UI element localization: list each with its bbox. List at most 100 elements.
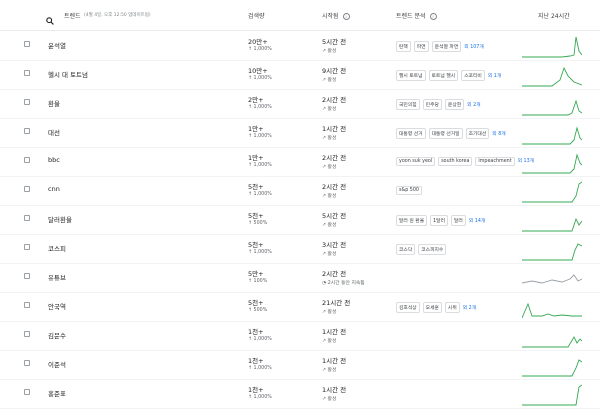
related-query-chip[interactable]: 헬시 토트넘 [396, 70, 426, 81]
header-breakdown[interactable]: 트렌드 분석 i [396, 11, 437, 20]
row-checkbox[interactable] [24, 70, 30, 76]
started-time: 1시간 전 [322, 386, 347, 394]
more-queries-link[interactable]: 외 2개 [463, 306, 476, 311]
search-volume: 20만+ [248, 38, 268, 46]
sparkline-chart [522, 302, 582, 319]
trend-breakdown: 달러 원 환율 1달러 달러 외 14개 [396, 215, 485, 226]
row-checkbox[interactable] [24, 302, 30, 308]
status-badge: ↗ 활성 [322, 165, 337, 170]
more-queries-link[interactable]: 외 107개 [464, 45, 484, 50]
related-query-chip[interactable]: 1달러 [430, 215, 449, 226]
related-query-chip[interactable]: s&p 500 [396, 186, 422, 195]
related-query-chip[interactable]: south korea [438, 157, 473, 166]
row-checkbox[interactable] [24, 389, 30, 395]
search-volume: 1천+ [248, 328, 264, 336]
sparkline-chart [522, 153, 582, 174]
related-query-chip[interactable]: 국민의힘 [396, 99, 420, 110]
row-checkbox[interactable] [24, 157, 30, 163]
table-row[interactable]: bbc 1만+ ↑ 1,000% 2시간 전 ↗ 활성 yoon suk yeo… [0, 147, 600, 177]
sparkline-chart [522, 126, 582, 145]
status-badge: ↗ 활성 [322, 107, 337, 112]
header-volume[interactable]: 검색량 [248, 11, 265, 20]
search-volume: 5천+ [248, 299, 264, 307]
header-started[interactable]: 시작됨 i [322, 11, 350, 20]
related-query-chip[interactable]: 민주당 [422, 99, 442, 110]
related-query-chip[interactable]: impeachment [475, 157, 515, 166]
status-badge: ◔ 2시간 동안 지속됨 [322, 281, 365, 286]
table-header: 트렌드 (4월 4일, 오후 12:50 업데이트됨) 검색량 시작됨 i 트렌드… [0, 0, 600, 31]
trend-breakdown: 김호석상 오세훈 시위 외 2개 [396, 302, 476, 313]
related-query-chip[interactable]: 대통령 선거 [396, 128, 426, 139]
info-icon[interactable]: i [342, 13, 350, 20]
related-query-chip[interactable]: 파면 [413, 41, 429, 52]
related-query-chip[interactable]: 윤상현 [444, 99, 465, 110]
related-query-chip[interactable]: 달러 원 환율 [396, 215, 428, 226]
row-checkbox[interactable] [24, 41, 30, 47]
table-row[interactable]: 헬시 대 토트넘 10만+ ↑ 1,000% 9시간 전 ↗ 활성 헬시 토트넘… [0, 60, 600, 90]
status-badge: ↗ 활성 [322, 136, 337, 141]
more-queries-link[interactable]: 외 14개 [469, 219, 485, 224]
related-query-chip[interactable]: 스포티비 [461, 70, 485, 81]
table-row[interactable]: 달러환율 5천+ ↑ 500% 5시간 전 ↗ 활성 달러 원 환율 1달러 달러 외… [0, 205, 600, 235]
row-checkbox[interactable] [24, 215, 30, 221]
status-badge: ↗ 활성 [322, 397, 337, 402]
started-time: 3시간 전 [322, 241, 347, 249]
row-checkbox[interactable] [24, 273, 30, 279]
more-queries-link[interactable]: 외 2개 [467, 103, 480, 108]
trend-name[interactable]: 윤석열 [48, 40, 66, 50]
trend-name[interactable]: 환율 [48, 98, 60, 108]
search-volume: 1만+ [248, 154, 264, 162]
related-query-chip[interactable]: 코스닥 [396, 244, 416, 255]
header-trend[interactable]: 트렌드 [64, 11, 81, 20]
table-row[interactable]: 이준석 1천+ ↑ 1,000% 1시간 전 ↗ 활성 [0, 350, 600, 380]
related-query-chip[interactable]: 오세훈 [422, 302, 442, 313]
trend-name[interactable]: 안국역 [48, 301, 66, 311]
table-row[interactable]: 대선 1만+ ↑ 1,000% 1시간 전 ↗ 활성 대통령 선거 대통령 선거일… [0, 118, 600, 148]
table-row[interactable]: 유튜브 5만+ ↑ 100% 2시간 전 ◔ 2시간 동안 지속됨 [0, 263, 600, 293]
row-checkbox[interactable] [24, 128, 30, 134]
related-query-chip[interactable]: 윤석열 파면 [431, 41, 462, 52]
status-badge: ↗ 활성 [322, 78, 337, 83]
info-icon[interactable]: i [429, 13, 437, 20]
search-volume: 10만+ [248, 67, 268, 75]
related-query-chip[interactable]: 조기대선 [465, 128, 490, 139]
search-volume: 1천+ [248, 386, 264, 394]
trend-name[interactable]: 이준석 [48, 359, 66, 369]
related-query-chip[interactable]: 대통령 선거일 [428, 128, 463, 139]
row-checkbox[interactable] [24, 331, 30, 337]
search-icon[interactable] [46, 10, 54, 25]
trend-name[interactable]: 달러환율 [48, 214, 72, 224]
trend-name[interactable]: 코스피 [48, 243, 66, 253]
related-query-chip[interactable]: 시위 [444, 302, 460, 313]
table-row[interactable]: 윤석열 20만+ ↑ 1,000% 5시간 전 ↗ 활성 탄핵 파면 윤석열 파면 외… [0, 31, 600, 61]
table-row[interactable]: 안국역 5천+ ↑ 500% 21시간 전 ↗ 활성 김호석상 오세훈 시위 외 2개 [0, 292, 600, 322]
trend-name[interactable]: 대선 [48, 127, 60, 137]
trend-name[interactable]: cnn [48, 185, 60, 193]
related-query-chip[interactable]: 김호석상 [396, 302, 420, 313]
row-checkbox[interactable] [24, 244, 30, 250]
trend-name[interactable]: 홍준표 [48, 388, 66, 398]
more-queries-link[interactable]: 외 1개 [488, 74, 501, 79]
related-query-chip[interactable]: yoon suk yeol [396, 157, 436, 166]
related-query-chip[interactable]: 토트넘 헬시 [428, 70, 459, 81]
row-checkbox[interactable] [24, 99, 30, 105]
table-row[interactable]: 김문수 1천+ ↑ 1,000% 1시간 전 ↗ 활성 [0, 321, 600, 351]
header-started-label: 시작됨 [322, 13, 339, 20]
trend-name[interactable]: 유튜브 [48, 272, 66, 282]
related-query-chip[interactable]: 탄핵 [396, 41, 411, 52]
sparkline-chart [522, 359, 582, 377]
row-checkbox[interactable] [24, 360, 30, 366]
table-row[interactable]: 홍준표 1천+ ↑ 1,000% 1시간 전 ↗ 활성 [0, 379, 600, 409]
related-query-chip[interactable]: 코스피지수 [418, 244, 447, 255]
volume-change: ↑ 1,000% [248, 337, 272, 342]
trend-name[interactable]: 김문수 [48, 330, 66, 340]
row-checkbox[interactable] [24, 186, 30, 192]
trend-name[interactable]: bbc [48, 156, 60, 164]
table-row[interactable]: cnn 5천+ ↑ 1,000% 2시간 전 ↗ 활성 s&p 500 [0, 176, 600, 206]
more-queries-link[interactable]: 외 8개 [492, 132, 505, 137]
trend-name[interactable]: 헬시 대 토트넘 [48, 69, 88, 79]
sparkline-chart [522, 36, 582, 58]
table-row[interactable]: 환율 2만+ ↑ 1,000% 2시간 전 ↗ 활성 국민의힘 민주당 윤상현 외 2… [0, 89, 600, 119]
table-row[interactable]: 코스피 5천+ ↑ 1,000% 3시간 전 ↗ 활성 코스닥 코스피지수 [0, 234, 600, 264]
related-query-chip[interactable]: 달러 [451, 215, 466, 226]
